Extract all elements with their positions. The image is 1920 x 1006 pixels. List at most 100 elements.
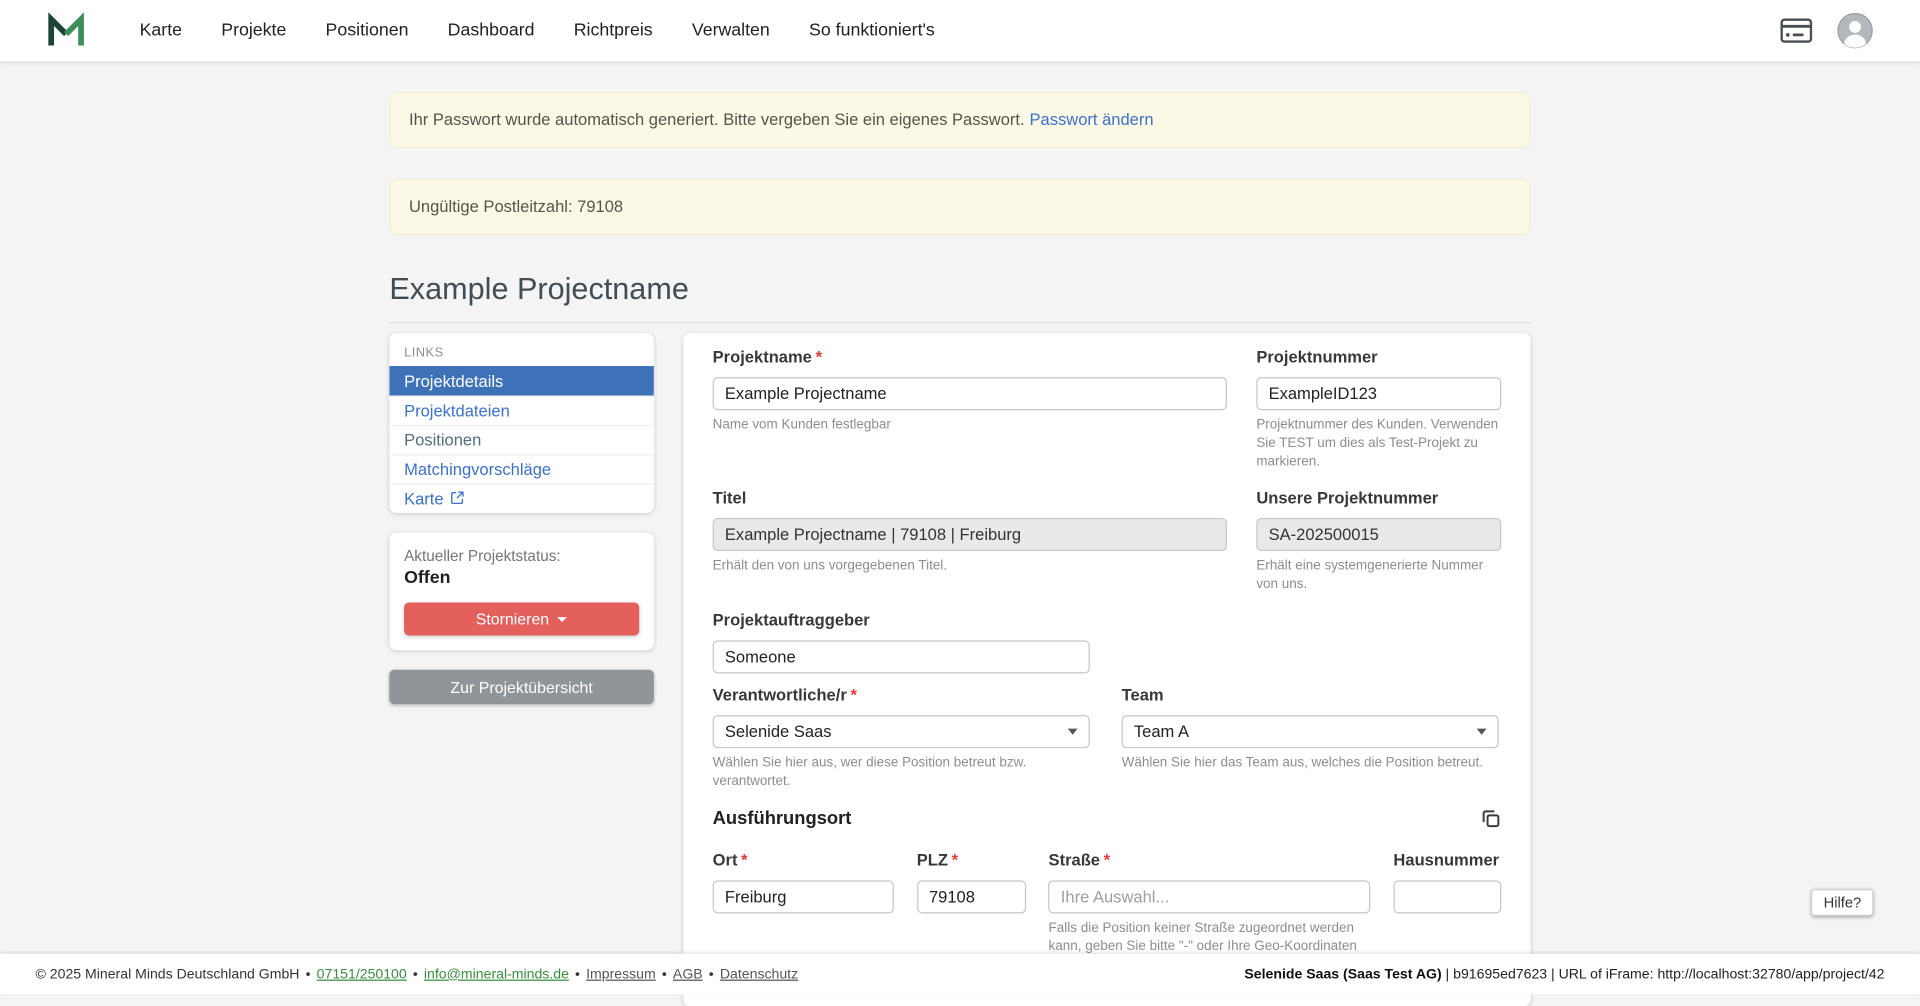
titel-help: Erhält den von uns vorgegebenen Titel.	[713, 557, 1227, 575]
links-header: LINKS	[389, 343, 653, 366]
nav-item-positionen[interactable]: Positionen	[326, 21, 409, 41]
field-projektname: Projektname* Name vom Kunden festlegbar	[713, 348, 1227, 472]
user-avatar-icon[interactable]	[1837, 12, 1874, 49]
label-text: PLZ	[917, 851, 948, 869]
footer-separator: •	[413, 967, 418, 982]
strasse-input[interactable]	[1049, 880, 1371, 913]
mineral-minds-logo-icon[interactable]	[47, 12, 86, 49]
required-mark: *	[816, 348, 822, 366]
footer-session-details: | b91695ed7623 | URL of iFrame: http://l…	[1442, 967, 1885, 982]
footer-impressum-link[interactable]: Impressum	[586, 967, 656, 982]
team-select[interactable]: Team A	[1122, 715, 1499, 748]
footer-datenschutz-link[interactable]: Datenschutz	[720, 967, 798, 982]
external-link-icon	[451, 490, 464, 508]
label-text: Hausnummer	[1393, 851, 1499, 869]
projektname-input[interactable]	[713, 377, 1227, 410]
status-label: Aktueller Projektstatus:	[404, 547, 639, 564]
label-text: Team	[1122, 685, 1164, 703]
sidebar-item-label: Positionen	[404, 431, 481, 449]
copy-icon[interactable]	[1480, 808, 1501, 829]
footer-phone-link[interactable]: 07151/250100	[317, 967, 407, 982]
team-selected-value: Team A	[1134, 722, 1189, 740]
projektname-help: Name vom Kunden festlegbar	[713, 416, 1227, 434]
verantwortliche-label: Verantwortliche/r*	[713, 685, 1090, 706]
label-text: Ort	[713, 851, 738, 869]
footer-agb-link[interactable]: AGB	[673, 967, 703, 982]
verantwortliche-select[interactable]: Selenide Saas	[713, 715, 1090, 748]
footer-email-link[interactable]: info@mineral-minds.de	[424, 967, 569, 982]
footer-left: © 2025 Mineral Minds Deutschland GmbH • …	[36, 967, 799, 982]
main-nav: Karte Projekte Positionen Dashboard Rich…	[140, 21, 935, 41]
label-text: Straße	[1049, 851, 1100, 869]
label-text: Projektnummer	[1256, 348, 1377, 366]
unsere-projektnummer-help: Erhält eine systemgenerierte Nummer von …	[1256, 557, 1501, 594]
sidebar-item-label: Projektdetails	[404, 372, 503, 390]
nav-item-projekte[interactable]: Projekte	[221, 21, 286, 41]
titel-input	[713, 518, 1227, 551]
links-card: LINKS Projektdetails Projektdateien Posi…	[389, 333, 653, 513]
footer-session-info: Selenide Saas (Saas Test AG) | b91695ed7…	[1244, 967, 1884, 982]
hausnummer-label: Hausnummer	[1393, 851, 1501, 872]
plz-label: PLZ*	[917, 851, 1026, 872]
navbar-icons	[1780, 12, 1873, 49]
required-mark: *	[741, 851, 747, 869]
label-text: Verantwortliche/r	[713, 685, 847, 703]
project-form-card: Projektname* Name vom Kunden festlegbar …	[683, 333, 1530, 1006]
field-titel: Titel Erhält den von uns vorgegebenen Ti…	[713, 488, 1227, 593]
team-help: Wählen Sie hier das Team aus, welches di…	[1122, 754, 1499, 772]
sidebar-item-projektdetails[interactable]: Projektdetails	[389, 366, 653, 395]
sidebar-item-positionen[interactable]: Positionen	[389, 425, 653, 454]
form-row-name-number: Projektname* Name vom Kunden festlegbar …	[713, 348, 1502, 472]
required-mark: *	[952, 851, 958, 869]
projektnummer-help: Projektnummer des Kunden. Verwenden Sie …	[1256, 416, 1501, 471]
nav-item-richtpreis[interactable]: Richtpreis	[574, 21, 653, 41]
stornieren-button[interactable]: Stornieren	[404, 602, 639, 635]
field-team: Team Team A Wählen Sie hier das Team aus…	[1122, 685, 1499, 790]
password-change-link[interactable]: Passwort ändern	[1030, 110, 1154, 128]
card-icon[interactable]	[1780, 18, 1812, 42]
content-row: LINKS Projektdetails Projektdateien Posi…	[389, 333, 1530, 1006]
nav-item-so-funktionierts[interactable]: So funktioniert's	[809, 21, 935, 41]
label-text: Unsere Projektnummer	[1256, 488, 1438, 506]
app-root: Karte Projekte Positionen Dashboard Rich…	[0, 0, 1920, 994]
hausnummer-input[interactable]	[1393, 880, 1501, 913]
projektnummer-input[interactable]	[1256, 377, 1501, 410]
verantwortliche-help: Wählen Sie hier aus, wer diese Position …	[713, 754, 1090, 791]
projektname-label: Projektname*	[713, 348, 1227, 369]
chevron-down-icon	[1477, 728, 1487, 734]
field-projektauftraggeber: Projektauftraggeber	[713, 611, 1090, 673]
plz-alert-text: Ungültige Postleitzahl: 79108	[409, 197, 623, 215]
sidebar-item-label: Matchingvorschläge	[404, 460, 551, 478]
footer-separator: •	[662, 967, 667, 982]
nav-item-dashboard[interactable]: Dashboard	[448, 21, 535, 41]
sidebar-item-projektdateien[interactable]: Projektdateien	[389, 396, 653, 425]
label-text: Projektauftraggeber	[713, 611, 870, 629]
footer: © 2025 Mineral Minds Deutschland GmbH • …	[0, 954, 1920, 994]
unsere-projektnummer-input	[1256, 518, 1501, 551]
caret-down-icon	[558, 617, 568, 622]
nav-item-karte[interactable]: Karte	[140, 21, 182, 41]
field-projektnummer: Projektnummer Projektnummer des Kunden. …	[1256, 348, 1501, 472]
page-container: Ihr Passwort wurde automatisch generiert…	[389, 92, 1530, 1006]
plz-input[interactable]	[917, 880, 1026, 913]
field-unsere-projektnummer: Unsere Projektnummer Erhält eine systemg…	[1256, 488, 1501, 593]
page-title: Example Projectname	[389, 272, 1530, 308]
label-text: Projektname	[713, 348, 812, 366]
footer-separator: •	[709, 967, 714, 982]
label-text: Titel	[713, 488, 747, 506]
nav-item-verwalten[interactable]: Verwalten	[692, 21, 770, 41]
ort-input[interactable]	[713, 880, 894, 913]
footer-separator: •	[306, 967, 311, 982]
strasse-label: Straße*	[1049, 851, 1371, 872]
sidebar-item-karte[interactable]: Karte	[389, 484, 653, 513]
ort-label: Ort*	[713, 851, 894, 872]
sidebar-item-label: Projektdateien	[404, 402, 510, 420]
titel-label: Titel	[713, 488, 1227, 509]
footer-separator: •	[575, 967, 580, 982]
projektauftraggeber-input[interactable]	[713, 640, 1090, 673]
sidebar-item-matchingvorschlaege[interactable]: Matchingvorschläge	[389, 454, 653, 483]
help-button[interactable]: Hilfe?	[1811, 889, 1873, 916]
sidebar-item-label: Karte	[404, 490, 444, 508]
team-label: Team	[1122, 685, 1499, 706]
project-overview-button[interactable]: Zur Projektübersicht	[389, 670, 653, 704]
